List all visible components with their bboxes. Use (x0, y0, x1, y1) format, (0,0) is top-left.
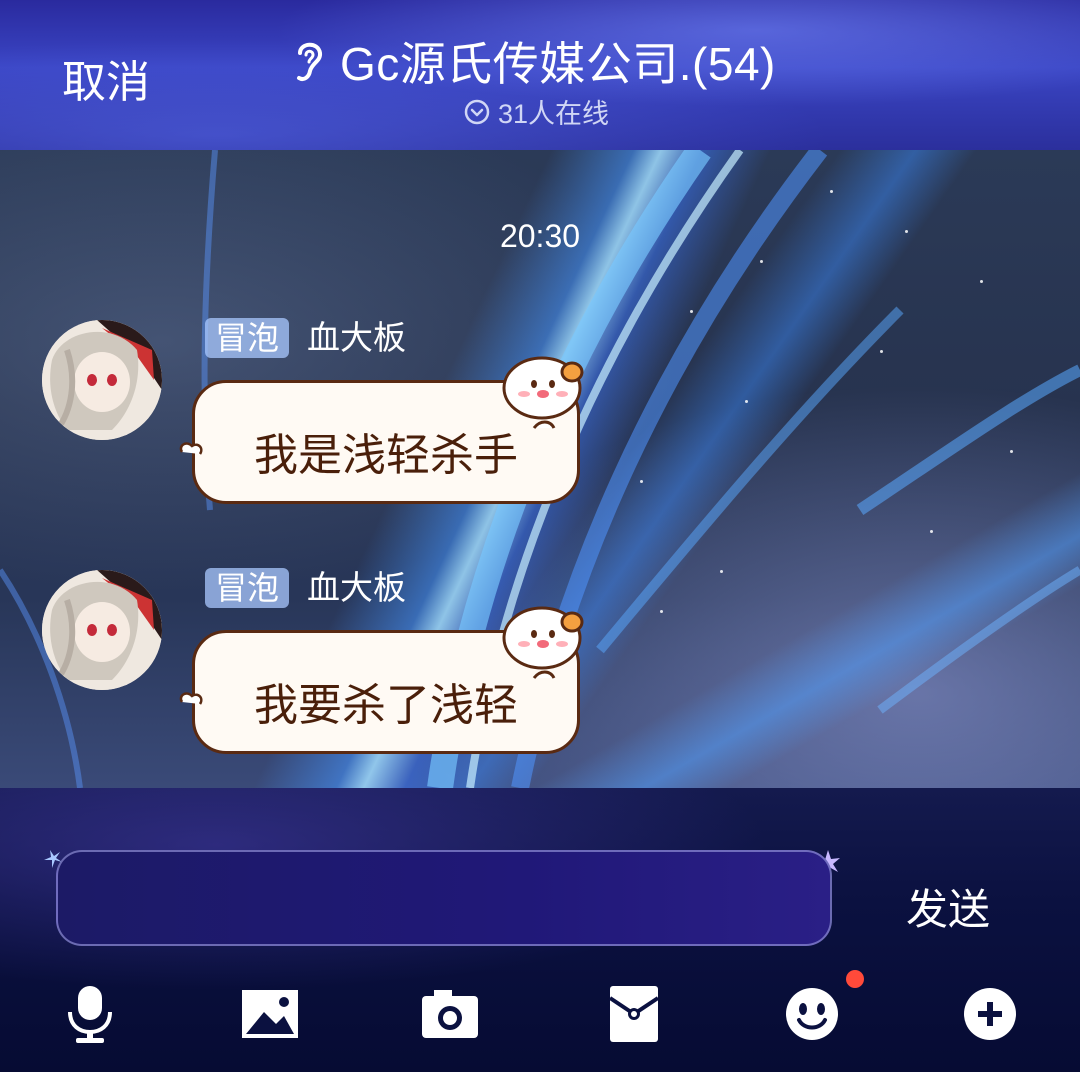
hamster-sticker-icon (502, 606, 584, 679)
hamster-paw-icon (179, 442, 203, 455)
plus-icon[interactable] (960, 984, 1020, 1044)
group-title: Gc源氏传媒公司.(54) (340, 38, 776, 90)
hamster-sticker-icon (502, 356, 584, 429)
message-timestamp: 20:30 (499, 218, 581, 254)
chat-area[interactable]: 20:30 冒泡 血大板 我是浅轻杀手 冒泡 血大板 我要杀了浅轻 (0, 150, 1080, 788)
cancel-button[interactable]: 取消 (62, 46, 150, 110)
online-status[interactable]: 31人在线 (464, 92, 609, 131)
camera-icon[interactable] (420, 984, 480, 1044)
ear-icon (297, 42, 323, 82)
message-item: 冒泡 血大板 我要杀了浅轻 (0, 568, 1080, 768)
sender-name[interactable]: 血大板 (307, 568, 406, 608)
send-button[interactable]: 发送 (906, 876, 990, 937)
hamster-paw-icon (179, 692, 203, 705)
image-icon[interactable] (240, 984, 300, 1044)
member-level-badge: 冒泡 (205, 568, 290, 608)
composer-bar: 发送 (0, 788, 1080, 1072)
emoji-icon[interactable] (782, 984, 842, 1044)
sender-name[interactable]: 血大板 (307, 318, 406, 358)
chat-header: 取消 Gc源氏传媒公司.(54) 31人在线 (0, 0, 1080, 150)
message-input[interactable] (56, 850, 832, 946)
chevron-down-circle-icon (464, 99, 490, 124)
avatar-image (42, 320, 162, 440)
online-count: 31人在线 (498, 99, 610, 129)
microphone-icon[interactable] (60, 984, 120, 1044)
avatar[interactable] (42, 320, 162, 440)
red-envelope-icon[interactable] (604, 984, 664, 1044)
avatar[interactable] (42, 570, 162, 690)
avatar-image (42, 570, 162, 690)
group-title-area[interactable]: Gc源氏传媒公司.(54) (290, 28, 776, 94)
notification-dot (846, 970, 864, 988)
message-item: 冒泡 血大板 我是浅轻杀手 (0, 318, 1080, 518)
member-level-badge: 冒泡 (205, 318, 290, 358)
